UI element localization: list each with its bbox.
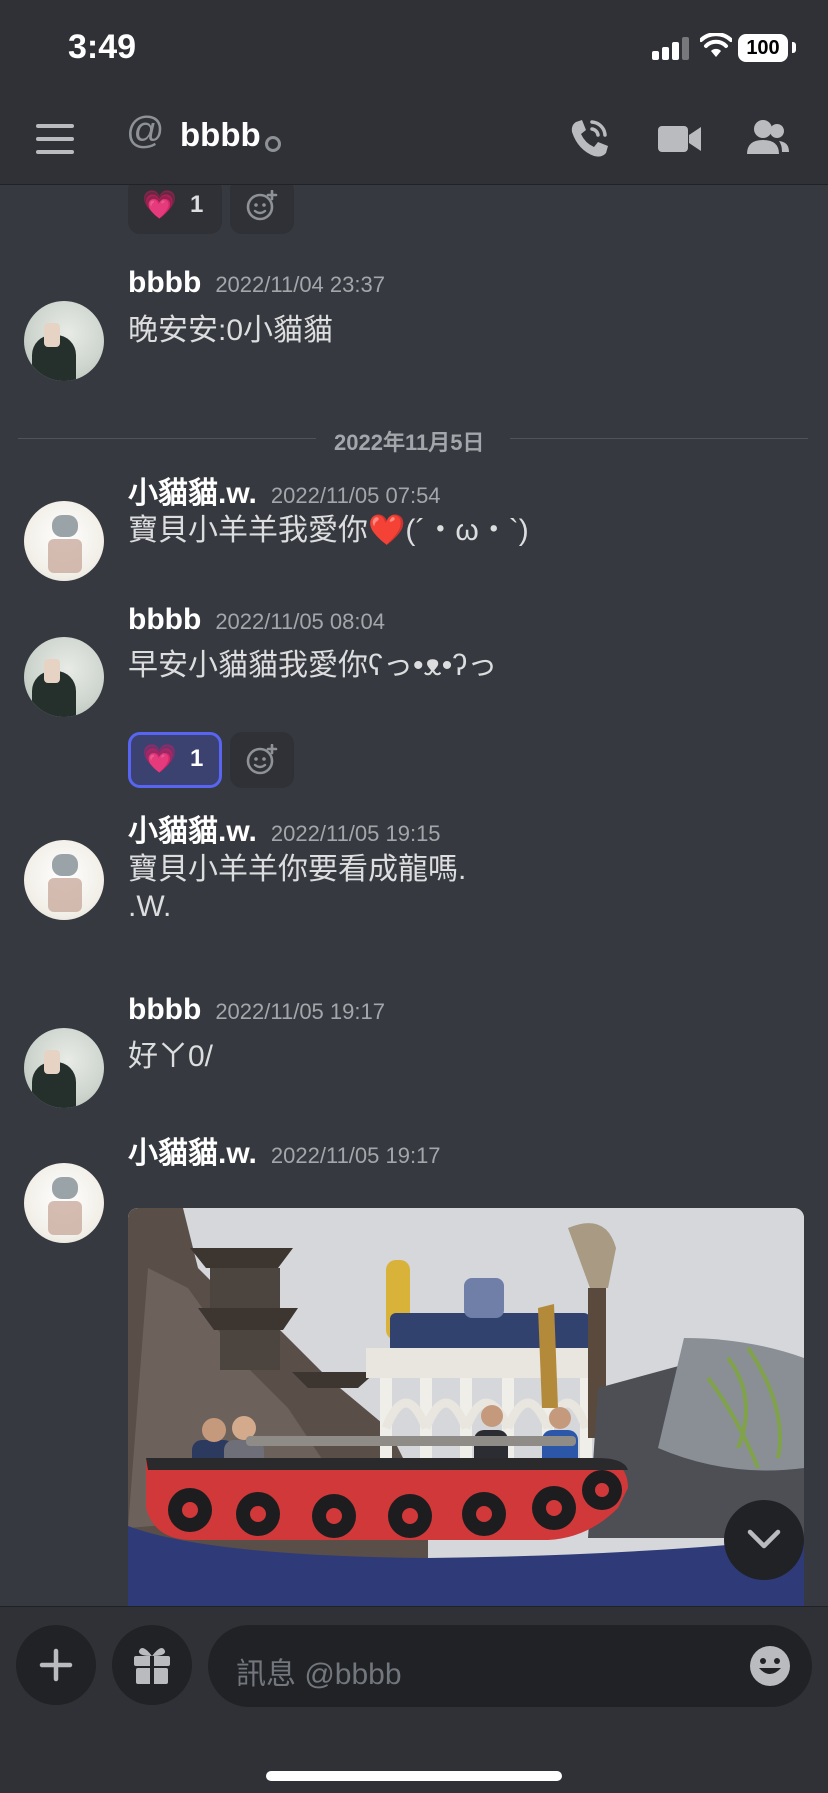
gift-icon bbox=[134, 1647, 170, 1684]
scroll-to-bottom-button[interactable] bbox=[724, 1500, 804, 1580]
message-timestamp: 2022/11/05 19:17 bbox=[270, 1143, 441, 1168]
message-author[interactable]: bbbb 2022/11/05 19:17 bbox=[128, 993, 385, 1027]
add-reaction-button[interactable] bbox=[230, 732, 294, 788]
avatar-cat[interactable] bbox=[24, 501, 104, 581]
message-text: 寶貝小羊羊你要看成龍嗎. bbox=[128, 853, 467, 886]
reaction-count: 1 bbox=[190, 191, 204, 218]
at-icon: @ bbox=[126, 110, 165, 152]
battery-icon: 100 bbox=[738, 34, 788, 62]
image-attachment[interactable] bbox=[128, 1208, 804, 1606]
avatar-cat[interactable] bbox=[24, 840, 104, 920]
avatar-bbbb[interactable] bbox=[24, 301, 104, 381]
video-camera-icon[interactable] bbox=[658, 124, 702, 154]
channel-name[interactable]: bbbb bbox=[180, 116, 261, 154]
amusement-ride-photo bbox=[128, 1208, 804, 1606]
battery-level: 100 bbox=[746, 37, 780, 59]
wifi-icon bbox=[700, 33, 732, 57]
date-divider-line-left bbox=[18, 438, 316, 439]
members-icon[interactable] bbox=[745, 118, 791, 158]
cellular-signal-icon bbox=[652, 36, 694, 60]
date-divider-label: 2022年11月5日 bbox=[334, 430, 485, 455]
message-timestamp: 2022/11/04 23:37 bbox=[215, 272, 385, 297]
add-reaction-icon bbox=[246, 190, 278, 221]
channel-header: @ bbbb bbox=[0, 96, 828, 185]
battery-nub bbox=[792, 42, 796, 53]
add-reaction-icon bbox=[246, 744, 278, 775]
author-name: 小貓貓.w. bbox=[128, 1137, 257, 1170]
message-timestamp: 2022/11/05 08:04 bbox=[215, 609, 385, 634]
author-name: bbbb bbox=[128, 993, 202, 1026]
message-list[interactable]: 💗 1 bbbb 2022/11/04 23:37 晚安安:0小貓貓 2022年1… bbox=[0, 185, 828, 1606]
message-input[interactable]: 訊息 @bbbb bbox=[208, 1625, 812, 1707]
add-attachment-button[interactable] bbox=[16, 1625, 96, 1705]
message-text: 晚安安:0小貓貓 bbox=[128, 314, 334, 347]
message-timestamp: 2022/11/05 19:15 bbox=[270, 821, 441, 846]
message-text: .W. bbox=[128, 890, 172, 923]
avatar-bbbb[interactable] bbox=[24, 637, 104, 717]
phone-call-icon[interactable] bbox=[568, 116, 610, 160]
message-text: 早安小貓貓我愛你ʕっ•ᴥ•ʔっ bbox=[128, 649, 498, 682]
chevron-down-icon bbox=[747, 1529, 781, 1549]
status-bar: 3:49 100 bbox=[0, 0, 828, 96]
add-reaction-button[interactable] bbox=[230, 185, 294, 234]
message-timestamp: 2022/11/05 19:17 bbox=[215, 999, 385, 1024]
message-input-placeholder: 訊息 @bbbb bbox=[236, 1658, 402, 1691]
message-author[interactable]: bbbb 2022/11/05 08:04 bbox=[128, 603, 385, 637]
reaction-heart-active[interactable]: 💗 1 bbox=[128, 732, 222, 788]
date-divider-line-right bbox=[510, 438, 808, 439]
message-author[interactable]: bbbb 2022/11/04 23:37 bbox=[128, 266, 385, 300]
message-text: 好ㄚ0/ bbox=[128, 1040, 214, 1073]
home-indicator bbox=[266, 1771, 562, 1781]
emoji-icon[interactable] bbox=[748, 1644, 792, 1688]
reaction-heart[interactable]: 💗 1 bbox=[128, 185, 222, 234]
author-name: bbbb bbox=[128, 603, 202, 636]
hamburger-menu-icon[interactable] bbox=[36, 124, 74, 154]
gift-button[interactable] bbox=[112, 1625, 192, 1705]
avatar-cat[interactable] bbox=[24, 1163, 104, 1243]
message-author[interactable]: 小貓貓.w. 2022/11/05 19:17 bbox=[128, 1128, 441, 1172]
status-time: 3:49 bbox=[68, 28, 137, 66]
author-name: bbbb bbox=[128, 266, 202, 299]
reaction-count: 1 bbox=[190, 745, 204, 772]
avatar-bbbb[interactable] bbox=[24, 1028, 104, 1108]
message-composer-bar: 訊息 @bbbb bbox=[0, 1606, 828, 1793]
reaction-emoji: 💗 bbox=[142, 189, 177, 220]
message-text: 寶貝小羊羊我愛你❤️(´・ω・`) bbox=[128, 514, 529, 547]
reaction-emoji: 💗 bbox=[142, 743, 177, 774]
plus-icon bbox=[39, 1648, 73, 1682]
presence-status-icon bbox=[265, 136, 281, 152]
